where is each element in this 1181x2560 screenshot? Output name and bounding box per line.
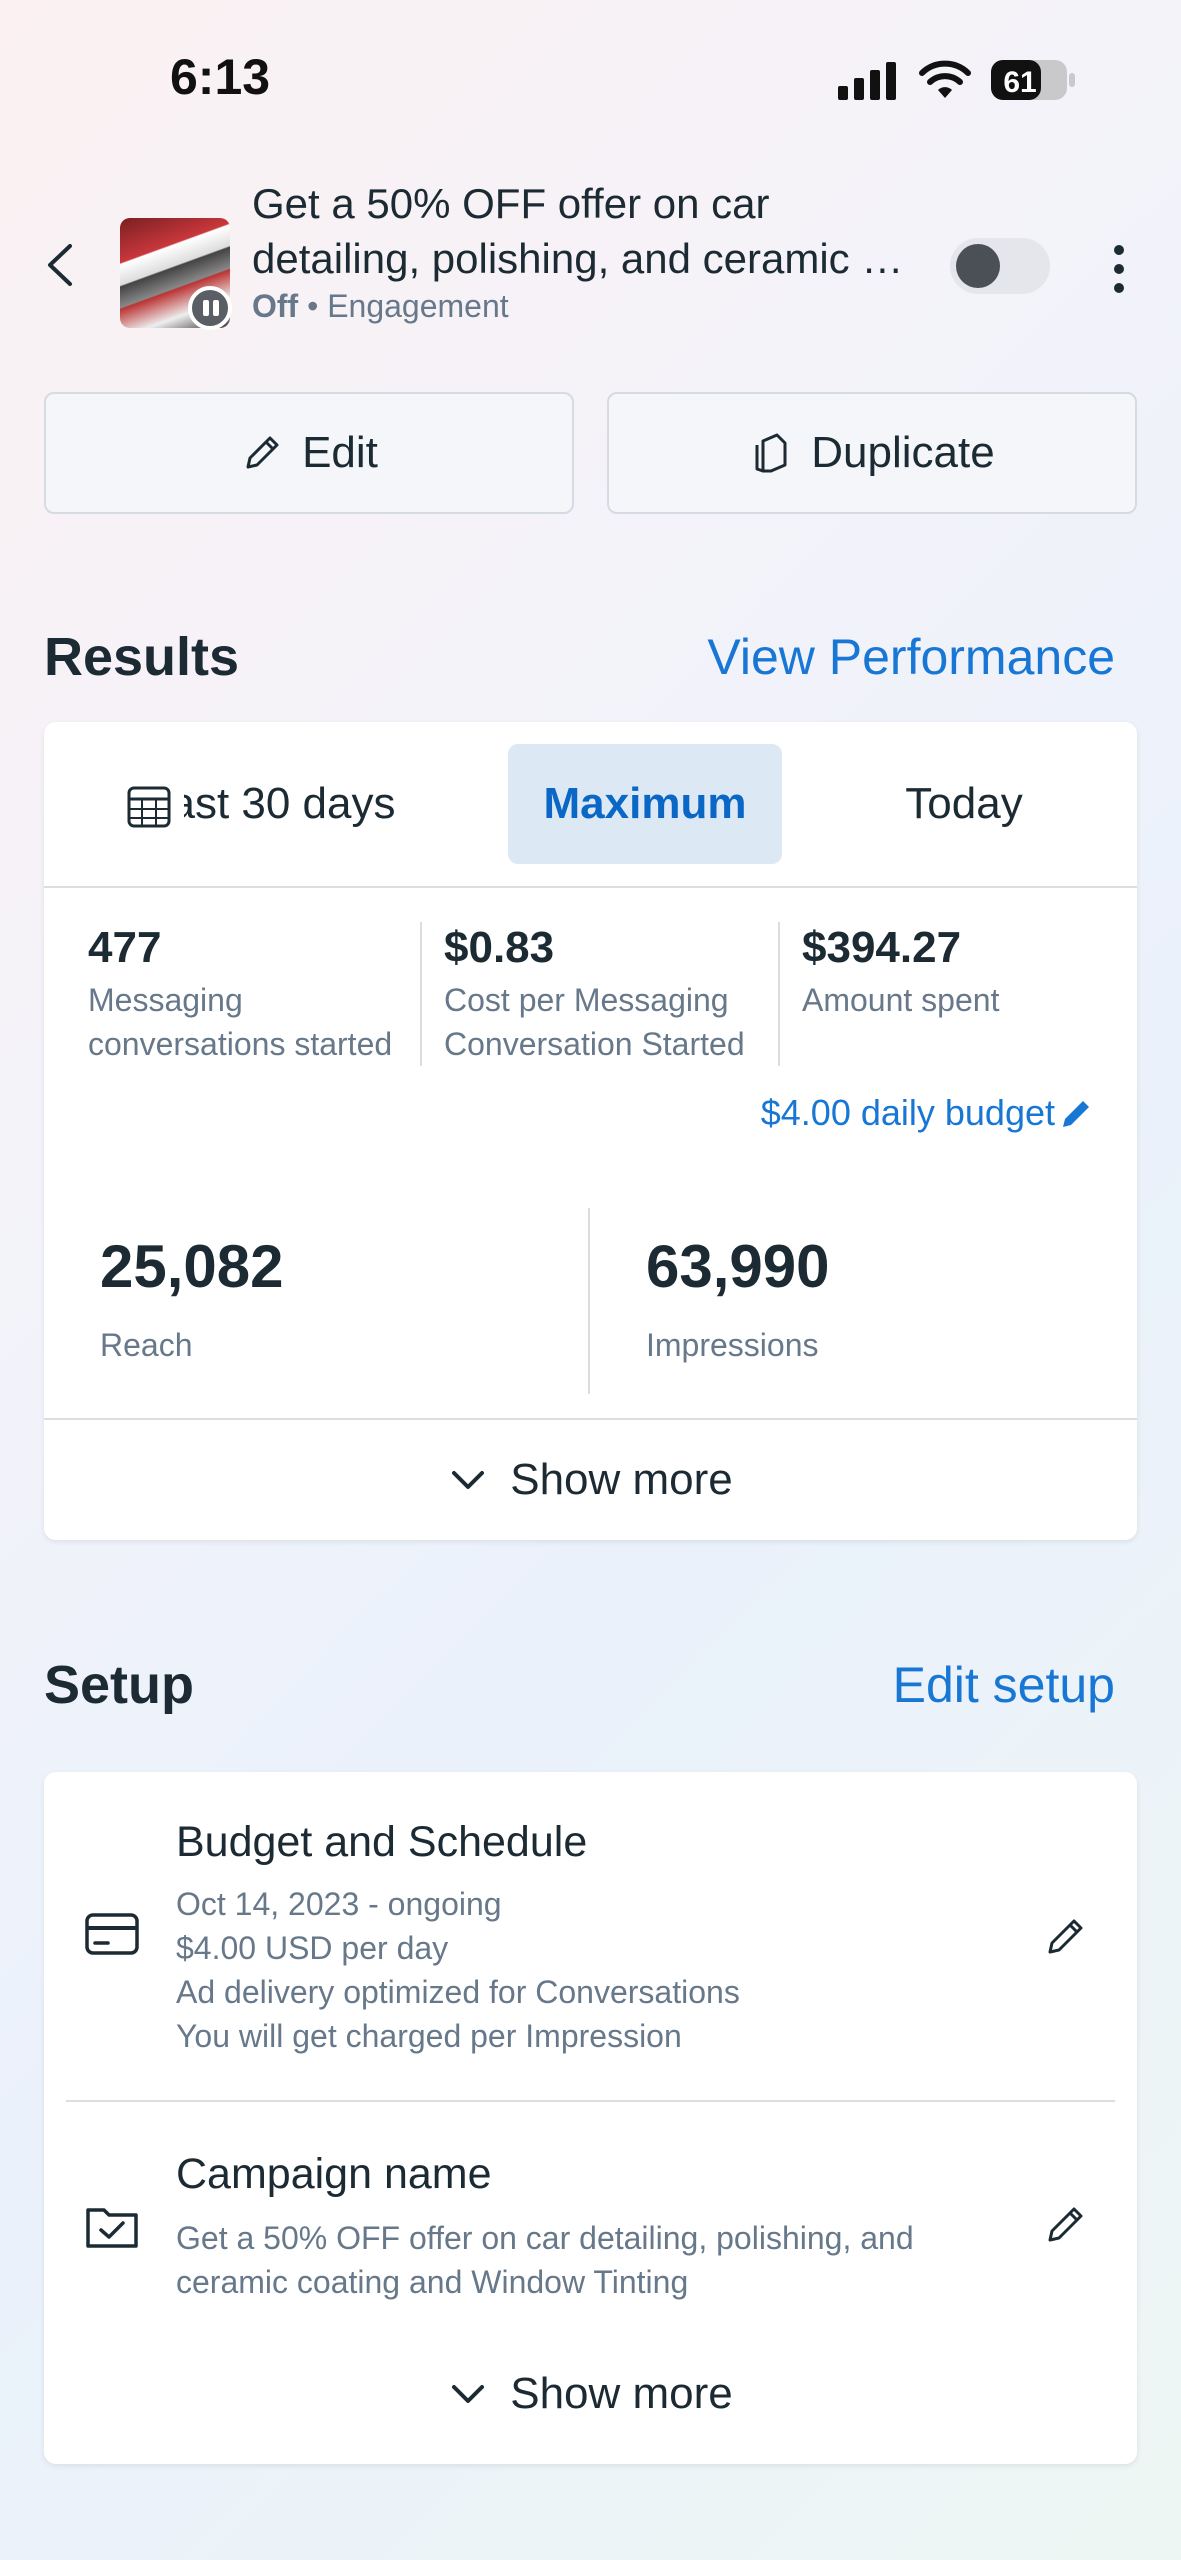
reach-value: 25,082 [100,1233,284,1300]
metric-label: Amount spent [802,982,1000,1018]
edit-button-label: Edit [302,428,378,477]
battery-level: 61 [1003,66,1036,99]
metric-label: Messaging conversations started [88,982,393,1062]
tab-last-30-days[interactable]: Last 30 days [184,744,514,864]
daily-budget-label: $4.00 daily budget [760,1092,1055,1133]
campaign-title-line1: Get a 50% OFF offer on car [252,180,770,227]
show-more-label: Show more [510,1455,733,1504]
status-time: 6:13 [170,49,271,105]
status-separator: • [298,288,328,324]
cellular-signal-icon [838,62,896,100]
reach-divider [588,1208,590,1394]
metric-label: Cost per Messaging Conversation Started [444,982,745,1062]
duplicate-icon [755,433,787,473]
budget-schedule-details: Oct 14, 2023 - ongoing $4.00 USD per day… [176,1882,996,2058]
setup-row-divider [66,2100,1115,2102]
folder-check-icon [86,2208,138,2248]
budget-schedule-title: Budget and Schedule [176,1818,588,1866]
reach-label: Reach [100,1327,193,1363]
delivery-optimization: Ad delivery optimized for Conversations [176,1974,740,2010]
duplicate-button[interactable]: Duplicate [607,392,1137,514]
wifi-icon [919,60,971,98]
campaign-status-line: Off • Engagement [252,288,509,325]
reach-stat: 25,082 Reach [100,1232,284,1364]
pencil-icon [246,436,279,469]
setup-heading: Setup [44,1655,195,1715]
metric-value: $394.27 [802,923,962,972]
duplicate-button-label: Duplicate [811,428,995,477]
charge-method: You will get charged per Impression [176,2018,682,2054]
results-card: Last 30 days Maximum Today 477 Messaging… [44,722,1137,1540]
campaign-objective: Engagement [327,288,509,324]
daily-budget-amount: $4.00 USD per day [176,1930,449,1966]
campaign-status: Off [252,288,299,324]
results-show-more-button[interactable]: Show more [44,1420,1137,1540]
back-arrow-icon[interactable] [42,240,76,290]
metric-value: 477 [88,923,162,972]
metric-messaging-conversations: 477 Messaging conversations started [88,922,418,1066]
metric-divider [420,922,422,1066]
tab-today[interactable]: Today [824,744,1104,864]
campaign-on-off-toggle[interactable] [950,238,1050,294]
show-more-label: Show more [510,2369,733,2418]
chevron-down-icon [452,2385,485,2403]
date-range-tabs: Last 30 days Maximum Today [44,722,1137,888]
edit-setup-link[interactable]: Edit setup [893,1656,1115,1714]
metric-divider [778,922,780,1066]
impressions-stat: 63,990 Impressions [646,1232,830,1364]
results-heading: Results [44,627,240,687]
schedule-dates: Oct 14, 2023 - ongoing [176,1886,502,1922]
calendar-icon[interactable] [124,782,174,832]
battery-icon: 61 [990,58,1076,102]
campaign-name-value: Get a 50% OFF offer on car detailing, po… [176,2220,914,2300]
chevron-down-icon [452,1471,485,1489]
daily-budget-link[interactable]: $4.00 daily budget [761,1092,1095,1134]
campaign-title-line2: detailing, polishing, and ceramic coatin… [252,235,912,282]
metric-cost-per-conversation: $0.83 Cost per Messaging Conversation St… [444,922,774,1066]
credit-card-icon [85,1913,139,1955]
setup-show-more-button[interactable]: Show more [44,2346,1137,2442]
edit-button[interactable]: Edit [44,392,574,514]
edit-budget-pencil-icon[interactable] [1042,1912,1090,1960]
setup-card: Budget and Schedule Oct 14, 2023 - ongoi… [44,1772,1137,2464]
pencil-icon [1063,1101,1089,1127]
edit-campaign-name-pencil-icon[interactable] [1042,2200,1090,2248]
tab-maximum[interactable]: Maximum [508,744,782,864]
impressions-value: 63,990 [646,1233,830,1300]
metric-amount-spent: $394.27 Amount spent [802,922,1102,1022]
toggle-knob [956,244,1000,288]
view-performance-link[interactable]: View Performance [707,628,1115,686]
impressions-label: Impressions [646,1327,819,1363]
more-options-icon[interactable] [1104,244,1134,294]
campaign-name-title: Campaign name [176,2150,492,2198]
campaign-title: Get a 50% OFF offer on car detailing, po… [252,176,912,286]
metric-value: $0.83 [444,923,555,972]
paused-badge-icon [188,286,232,330]
